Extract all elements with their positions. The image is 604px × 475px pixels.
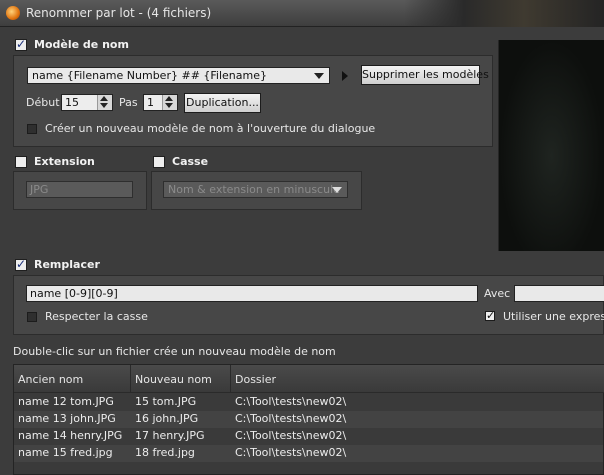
old-name-cell: name 13 john.JPG — [18, 412, 116, 425]
down-arrow-icon[interactable] — [165, 103, 173, 108]
hint-text: Double-clic sur un fichier crée un nouve… — [13, 345, 336, 358]
folder-cell: C:\Tool\tests\new02\ — [235, 446, 347, 459]
delete-templates-button[interactable]: Supprimer les modèles — [361, 65, 489, 85]
table-row[interactable]: name 13 john.JPG 16 john.JPG C:\Tool\tes… — [14, 411, 603, 428]
column-header-label: Nouveau nom — [135, 373, 212, 386]
table-row[interactable]: name 14 henry.JPG 17 henry.JPG C:\Tool\t… — [14, 428, 603, 445]
match-case-checkbox[interactable] — [27, 312, 37, 322]
replace-pattern-value: name [0-9][0-9] — [30, 287, 118, 300]
new-name-cell: 17 henry.JPG — [135, 429, 205, 442]
extension-checkbox[interactable] — [15, 156, 27, 168]
chevron-down-icon — [332, 187, 342, 193]
duplication-button[interactable]: Duplication... — [184, 93, 261, 113]
case-combo[interactable]: Nom & extension en minuscule — [163, 181, 348, 198]
use-regex-label: Utiliser une expressio — [503, 310, 604, 323]
folder-cell: C:\Tool\tests\new02\ — [235, 412, 347, 425]
step-label: Pas — [119, 96, 138, 109]
replace-with-label: Avec — [484, 287, 511, 300]
new-template-on-open-checkbox[interactable] — [27, 124, 37, 134]
spinner-buttons[interactable] — [97, 95, 112, 110]
down-arrow-icon[interactable] — [100, 103, 108, 108]
up-arrow-icon[interactable] — [100, 96, 108, 101]
old-name-cell: name 14 henry.JPG — [18, 429, 123, 442]
new-template-on-open-label: Créer un nouveau modèle de nom à l'ouver… — [45, 122, 376, 135]
step-spinner[interactable]: 1 — [143, 94, 178, 111]
step-value: 1 — [147, 96, 154, 109]
start-label: Début — [26, 96, 60, 109]
match-case-label: Respecter la casse — [45, 310, 148, 323]
extension-header: Extension — [34, 155, 95, 168]
column-header-new-name[interactable]: Nouveau nom — [131, 365, 231, 393]
naming-template-header: Modèle de nom — [34, 38, 129, 51]
app-icon — [6, 6, 20, 20]
column-header-label: Ancien nom — [18, 373, 84, 386]
start-spinner[interactable]: 15 — [61, 94, 113, 111]
folder-cell: C:\Tool\tests\new02\ — [235, 429, 347, 442]
column-header-label: Dossier — [235, 373, 277, 386]
extension-value: JPG — [30, 183, 49, 196]
extension-field[interactable]: JPG — [26, 181, 133, 198]
old-name-cell: name 15 fred.jpg — [18, 446, 113, 459]
replace-checkbox[interactable] — [15, 257, 27, 271]
template-combo-value: name {Filename Number} ## {Filename} — [32, 69, 268, 82]
replace-with-field[interactable] — [514, 285, 604, 302]
chevron-down-icon — [314, 73, 324, 79]
new-name-cell: 18 fred.jpg — [135, 446, 195, 459]
column-header-old-name[interactable]: Ancien nom — [14, 365, 131, 393]
window-title: Renommer par lot - (4 fichiers) — [26, 6, 212, 20]
replace-header: Remplacer — [34, 258, 100, 271]
folder-cell: C:\Tool\tests\new02\ — [235, 395, 347, 408]
template-combo[interactable]: name {Filename Number} ## {Filename} — [27, 67, 330, 84]
spinner-buttons[interactable] — [162, 95, 177, 110]
image-preview — [498, 40, 604, 251]
use-regex-checkbox[interactable] — [485, 309, 495, 322]
replace-pattern-field[interactable]: name [0-9][0-9] — [26, 285, 478, 302]
table-row[interactable]: name 15 fred.jpg 18 fred.jpg C:\Tool\tes… — [14, 445, 603, 462]
new-name-cell: 16 john.JPG — [135, 412, 199, 425]
table-row[interactable]: name 12 tom.JPG 15 tom.JPG C:\Tool\tests… — [14, 394, 603, 411]
play-arrow-icon[interactable] — [342, 71, 348, 81]
start-value: 15 — [65, 96, 79, 109]
file-table: Ancien nom Nouveau nom Dossier name 12 t… — [13, 364, 604, 475]
column-header-folder[interactable]: Dossier — [231, 365, 604, 393]
replace-panel — [13, 275, 604, 335]
up-arrow-icon[interactable] — [165, 96, 173, 101]
case-checkbox[interactable] — [153, 156, 165, 168]
old-name-cell: name 12 tom.JPG — [18, 395, 114, 408]
title-bar-background — [404, 0, 604, 27]
case-header: Casse — [172, 155, 209, 168]
naming-template-checkbox[interactable] — [15, 37, 27, 51]
new-name-cell: 15 tom.JPG — [135, 395, 197, 408]
case-combo-value: Nom & extension en minuscule — [168, 183, 340, 196]
